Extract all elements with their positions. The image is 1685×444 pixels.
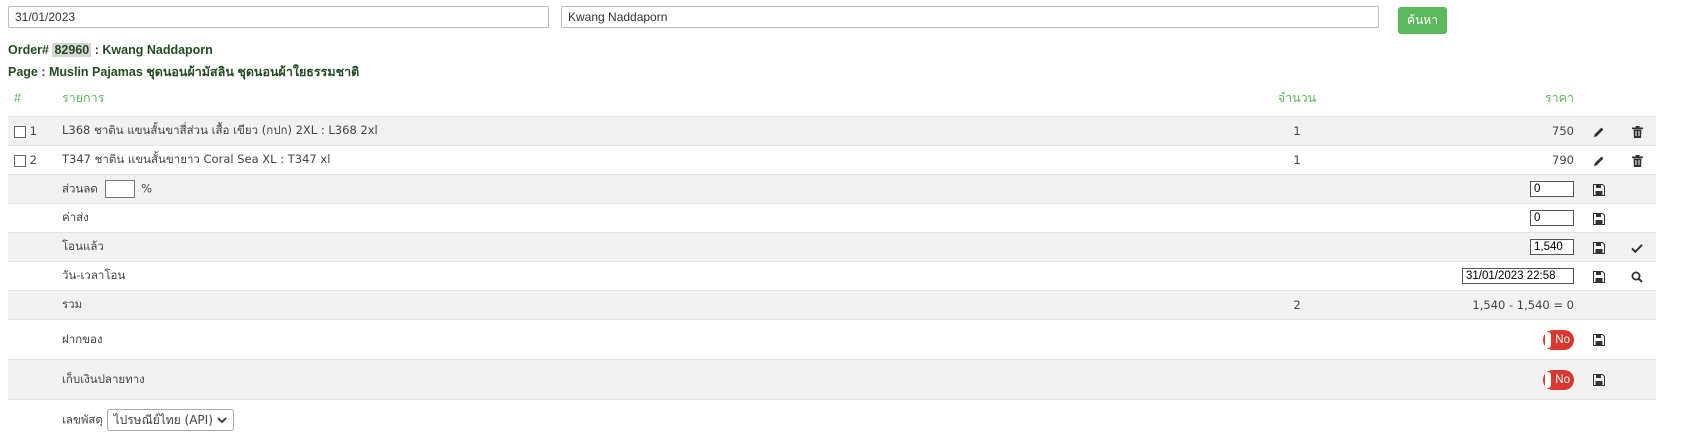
page-line: Page : Muslin Pajamas ชุดนอนผ้ามัสลิน ชุ… [8,65,360,79]
transferred-row: โอนแล้ว [8,232,1656,262]
search-icon[interactable] [1631,269,1643,283]
save-icon[interactable] [1593,333,1605,347]
transferred-value-input[interactable] [1530,239,1574,255]
row-checkbox[interactable] [14,154,26,167]
discount-label: ส่วนลด [62,181,98,196]
total-label: รวม [62,297,83,311]
header-act1 [1580,80,1618,117]
table-row: 2 T347 ชาติน แขนสั้นขายาว Coral Sea XL :… [8,145,1656,175]
shipping-row: ค่าส่ง [8,203,1656,233]
row-num: 1 [29,124,37,138]
header-qty: จำนวน [1277,91,1317,105]
header-num: # [14,91,21,105]
total-summary: 1,540 - 1,540 = 0 [1472,298,1574,312]
row-qty: 1 [1293,153,1301,167]
discount-row: ส่วนลด % [8,174,1656,204]
row-price: 790 [1552,153,1574,167]
shipping-value-input[interactable] [1530,210,1574,226]
search-bar: ค้นหา [8,6,1538,36]
header-price: ราคา [1544,91,1574,105]
discount-percent-input[interactable] [104,179,135,198]
discount-unit: % [141,181,153,196]
order-table: # รายการ จำนวน ราคา 1 L368 ชาติน แขนสั้น… [8,80,1656,440]
row-qty: 1 [1293,124,1301,138]
chevron-down-icon [217,413,227,427]
cod-label: เก็บเงินปลายทาง [62,371,145,386]
deposit-toggle[interactable]: No [1543,329,1574,350]
deposit-label: ฝากของ [62,331,103,346]
transferred-label: โอนแล้ว [62,239,104,253]
order-separator: : [94,43,99,57]
order-heading: Order# 82960 : Kwang Naddaporn [8,43,213,57]
carrier-selected: ไปรษณีย์ไทย (API) [113,412,213,427]
save-icon[interactable] [1593,182,1605,196]
transfer-time-row: วัน-เวลาโอน [8,261,1656,291]
cod-toggle[interactable]: No [1543,369,1574,390]
total-row: รวม 2 1,540 - 1,540 = 0 [8,290,1656,320]
row-num: 2 [29,153,37,167]
row-item: T347 ชาติน แขนสั้นขายาว Coral Sea XL : T… [62,152,331,166]
table-header: # รายการ จำนวน ราคา [8,80,1656,117]
row-checkbox[interactable] [14,125,26,138]
save-icon[interactable] [1593,269,1605,283]
date-input[interactable] [8,6,549,28]
trash-icon[interactable] [1631,124,1643,138]
save-icon[interactable] [1593,240,1605,254]
save-icon[interactable] [1593,211,1605,225]
pencil-icon[interactable] [1593,153,1605,167]
order-label: Order# [8,43,49,57]
shipping-label: ค่าส่ง [62,210,89,224]
transfer-time-input[interactable] [1462,268,1574,284]
trash-icon[interactable] [1631,153,1643,167]
carrier-select[interactable]: ไปรษณีย์ไทย (API) [106,408,234,431]
tracking-row: เลขพัสดุ ไปรษณีย์ไทย (API) [8,399,1656,440]
row-item: L368 ชาติน แขนสั้นขาสี่ส่วน เสื้อ เขียว … [62,123,378,137]
discount-value-input[interactable] [1530,181,1574,197]
order-number: 82960 [52,43,92,57]
order-customer: Kwang Naddaporn [102,43,213,57]
row-price: 750 [1552,124,1574,138]
cod-row: เก็บเงินปลายทาง No [8,359,1656,400]
header-act2 [1618,80,1656,117]
table-row: 1 L368 ชาติน แขนสั้นขาสี่ส่วน เสื้อ เขีย… [8,116,1656,146]
header-item: รายการ [62,91,105,105]
customer-name-input[interactable] [561,6,1379,28]
deposit-row: ฝากของ No [8,319,1656,360]
total-qty: 2 [1293,298,1301,312]
save-icon[interactable] [1593,373,1605,387]
check-icon[interactable] [1631,240,1643,254]
pencil-icon[interactable] [1593,124,1605,138]
tracking-label: เลขพัสดุ [62,412,103,427]
transfer-time-label: วัน-เวลาโอน [62,268,126,282]
search-button[interactable]: ค้นหา [1398,7,1447,34]
